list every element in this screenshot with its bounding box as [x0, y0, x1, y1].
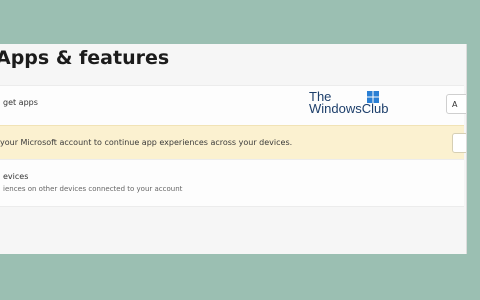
banner-text: your Microsoft account to continue app e… [0, 138, 293, 147]
banner-action-button[interactable] [452, 133, 466, 153]
microsoft-account-banner: your Microsoft account to continue app e… [0, 125, 466, 161]
share-devices-title: evices [3, 172, 29, 181]
watermark-line2: WindowsClub [309, 101, 389, 116]
share-devices-row[interactable]: evices iences on other devices connected… [0, 159, 464, 207]
choose-apps-row[interactable]: get apps A [0, 85, 466, 127]
windows-logo-icon [367, 91, 379, 103]
settings-panel: Apps & features get apps A your Microsof… [0, 44, 467, 254]
watermark: The WindowsClub [309, 90, 389, 116]
choose-apps-dropdown[interactable]: A [446, 94, 466, 114]
choose-apps-label: get apps [3, 98, 38, 107]
page-title: Apps & features [0, 47, 170, 69]
share-devices-subtitle: iences on other devices connected to you… [3, 185, 183, 193]
